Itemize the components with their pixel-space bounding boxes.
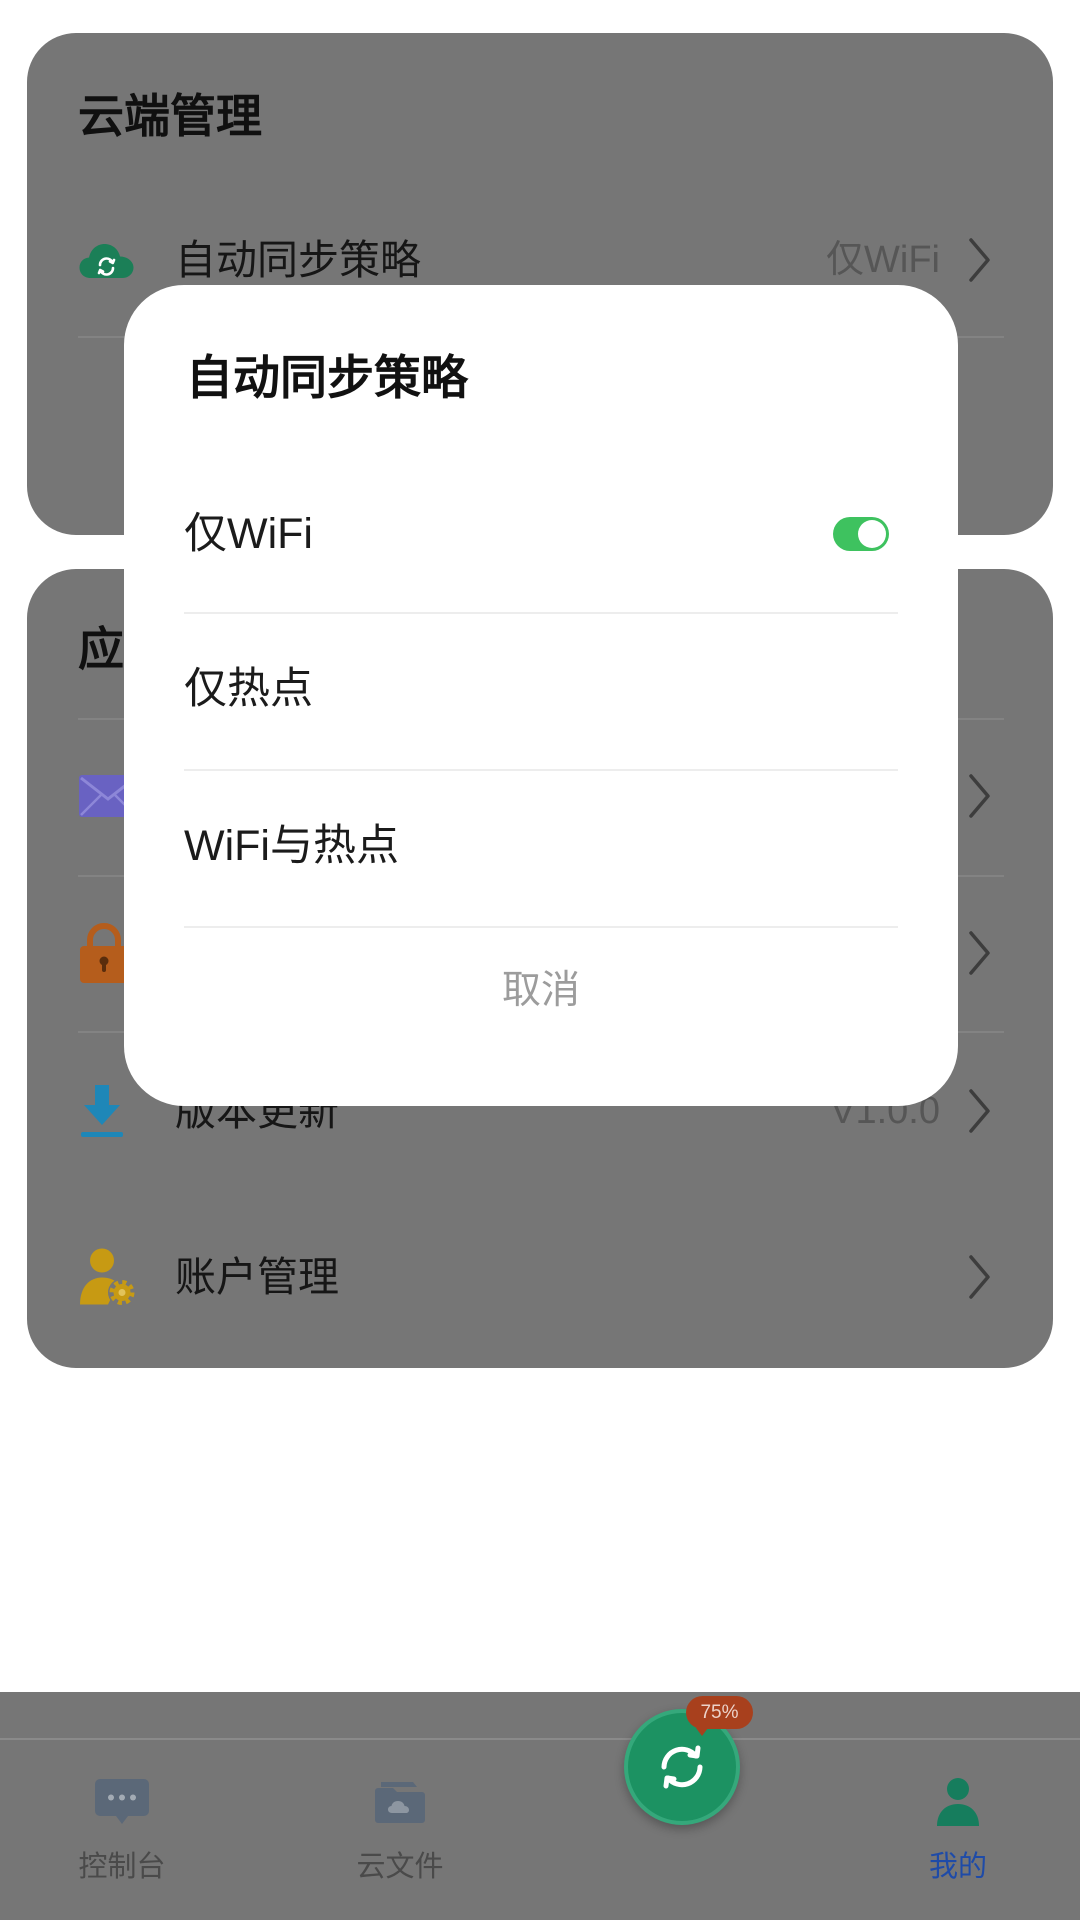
lock-icon — [78, 922, 130, 984]
dialog-title: 自动同步策略 — [186, 351, 468, 404]
console-chat-icon — [94, 1777, 150, 1827]
sync-policy-dialog: 自动同步策略 仅WiFi 仅热点 WiFi与热点 取消 — [124, 285, 958, 1106]
section-title: 应 — [78, 623, 124, 675]
row-label: 账户管理 — [175, 1254, 339, 1300]
chevron-right-icon — [968, 773, 992, 819]
download-icon — [78, 1083, 126, 1139]
option-label: WiFi与热点 — [184, 822, 399, 870]
option-hotspot-only[interactable]: 仅热点 — [184, 629, 898, 749]
bottom-nav: 控制台 云文件 75% 我的 — [0, 1692, 1080, 1920]
chevron-right-icon — [968, 1254, 992, 1300]
nav-separator — [0, 1738, 1080, 1740]
tab-label: 云文件 — [356, 1851, 444, 1883]
selected-toggle[interactable] — [833, 517, 889, 551]
section-title: 云端管理 — [78, 90, 262, 142]
toggle-knob — [858, 520, 886, 548]
tab-mine[interactable]: 我的 — [868, 1762, 1048, 1902]
divider — [184, 612, 898, 614]
cloud-sync-icon — [78, 240, 135, 280]
divider — [184, 769, 898, 771]
cloud-folder-icon — [373, 1779, 427, 1825]
sync-progress-badge: 75% — [686, 1696, 753, 1736]
tab-console[interactable]: 控制台 — [32, 1762, 212, 1902]
account-management-row[interactable]: 账户管理 — [27, 1227, 1053, 1327]
profile-icon — [935, 1777, 981, 1827]
sync-icon — [652, 1737, 712, 1797]
tab-cloud-files[interactable]: 云文件 — [310, 1762, 490, 1902]
chevron-right-icon — [968, 930, 992, 976]
chevron-right-icon — [968, 1088, 992, 1134]
option-wifi-only[interactable]: 仅WiFi — [184, 474, 898, 594]
option-label: 仅热点 — [184, 665, 313, 713]
cancel-button[interactable]: 取消 — [124, 951, 958, 1031]
tab-label: 我的 — [928, 1851, 987, 1883]
tab-label: 控制台 — [78, 1851, 166, 1883]
option-wifi-and-hotspot[interactable]: WiFi与热点 — [184, 786, 898, 906]
option-label: 仅WiFi — [184, 510, 313, 558]
divider — [184, 926, 898, 928]
user-settings-icon — [78, 1247, 136, 1308]
chevron-right-icon — [968, 237, 992, 283]
